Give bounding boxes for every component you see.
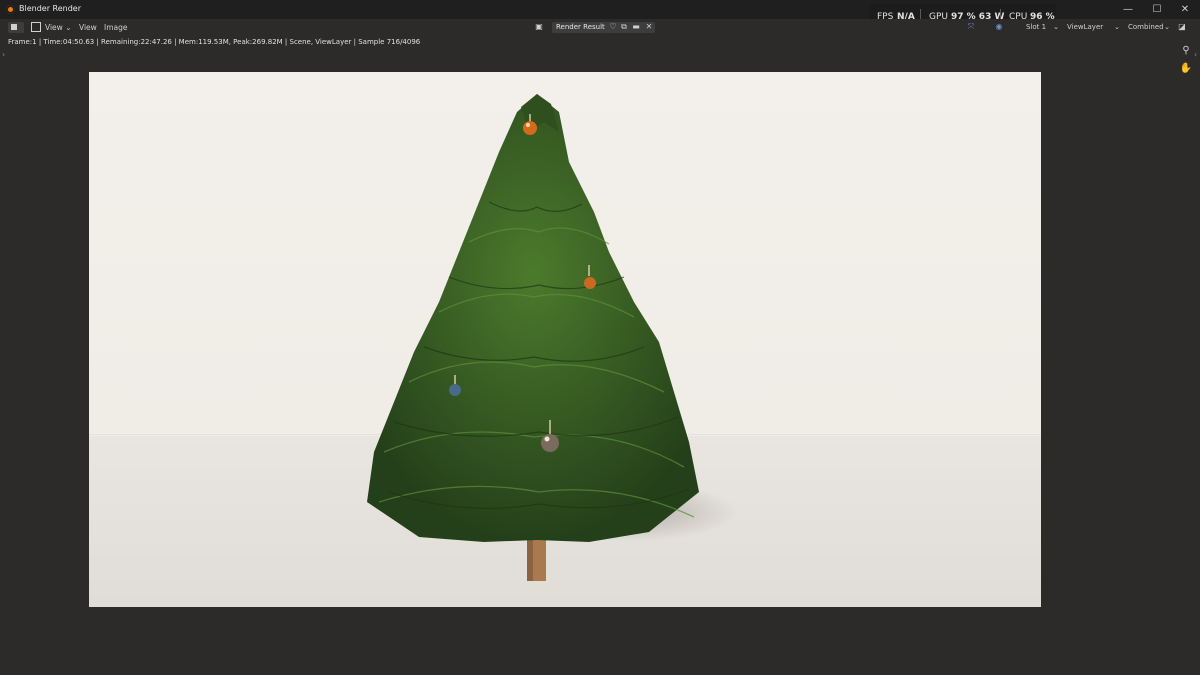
close-button[interactable]: ✕ [1172, 2, 1198, 17]
sidebar-expand-arrow[interactable]: ‹ [1194, 50, 1197, 59]
menu-view[interactable]: View [79, 23, 97, 32]
render-pass-dropdown[interactable]: Combined ⌄ [1124, 22, 1173, 33]
view-layer-dropdown[interactable]: ViewLayer ⌄ [1063, 22, 1123, 33]
zoom-icon[interactable]: ⚲ [1178, 44, 1194, 58]
maximize-button[interactable]: ☐ [1144, 2, 1170, 17]
display-channels-icon[interactable]: ◪ [1177, 22, 1187, 32]
view-mode-icon[interactable] [31, 22, 41, 32]
blender-logo-icon [6, 5, 15, 14]
editor-type-button[interactable] [8, 22, 24, 33]
menu-view-dropdown[interactable]: View ⌄ [45, 23, 71, 32]
image-name-field[interactable]: Render Result [552, 22, 609, 33]
window-title: Blender Render [19, 4, 82, 13]
slot-dropdown[interactable]: Slot 1 ⌄ [1022, 22, 1062, 33]
render-image[interactable] [89, 72, 1041, 607]
fake-user-icon[interactable]: ♡ [608, 22, 618, 32]
unlink-icon[interactable]: ✕ [644, 22, 654, 32]
folder-icon[interactable]: ▬ [631, 22, 641, 32]
render-stats-text: Frame:1 | Time:04:50.63 | Remaining:22:4… [8, 38, 421, 46]
render-region-icon[interactable]: ◉ [994, 22, 1004, 32]
cursor-tool-icon[interactable]: ⤧ [966, 22, 976, 32]
menu-image[interactable]: Image [104, 23, 128, 32]
image-editor-header: View ⌄ View Image ▣ Render Result ♡ ⧉ ▬ … [0, 19, 1200, 36]
image-actions-group: ♡ ⧉ ▬ ✕ [607, 22, 655, 33]
image-browse-icon[interactable]: ▣ [534, 22, 544, 32]
toolbar-expand-arrow[interactable]: › [2, 50, 5, 59]
christmas-tree-illustration [367, 94, 699, 581]
hand-icon[interactable]: ✋ [1178, 62, 1194, 76]
minimize-button[interactable]: — [1115, 2, 1141, 17]
duplicate-icon[interactable]: ⧉ [619, 22, 629, 32]
